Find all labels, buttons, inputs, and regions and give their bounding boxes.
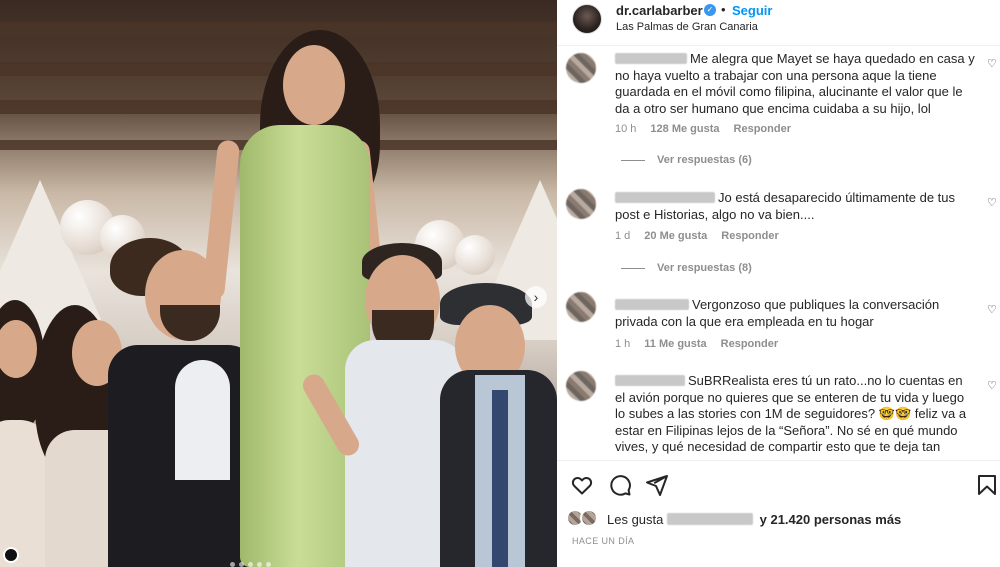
verified-badge-icon: ✓ [704,4,716,16]
commenter-avatar[interactable] [566,292,596,322]
comment-meta: 1 h 11 Me gusta Responder [615,338,792,350]
bookmark-icon[interactable] [975,473,999,497]
header-separator: • [721,2,726,17]
reply-button[interactable]: Responder [721,338,778,350]
comment-body: Me alegra que Mayet se haya quedado en c… [615,51,975,117]
likes-summary[interactable]: Les gusta y 21.420 personas más [607,512,901,527]
comment-likes[interactable]: 20 Me gusta [644,230,707,242]
author-avatar[interactable] [572,4,602,34]
comments-list[interactable]: Me alegra que Mayet se haya quedado en c… [557,47,1000,457]
comment-body: Jo está desaparecido últimamente de tus … [615,190,975,223]
comment-meta: 1 d 20 Me gusta Responder [615,230,793,242]
post-location[interactable]: Las Palmas de Gran Canaria [616,21,758,33]
paper-plane-icon[interactable] [645,473,669,497]
liker-name-redacted [667,513,753,525]
liker-avatars[interactable] [566,509,602,529]
ceiling-beam [0,22,557,36]
post-side-panel: dr.carlabarber ✓ • Seguir Las Palmas de … [557,0,1000,567]
comment-body: SuBRRealista eres tú un rato...no lo cue… [615,373,975,456]
post-actions: Les gusta y 21.420 personas más HACE UN … [557,460,1000,567]
author-username[interactable]: dr.carlabarber [616,3,703,18]
reply-button[interactable]: Responder [734,123,791,135]
user-tag-icon[interactable] [3,547,19,563]
follow-button[interactable]: Seguir [732,3,772,18]
comment-likes[interactable]: 11 Me gusta [644,338,706,350]
comment-body: Vergonzoso que publiques la conversación… [615,297,975,330]
commenter-avatar[interactable] [566,189,596,219]
commenter-avatar[interactable] [566,371,596,401]
view-replies-button[interactable]: Ver respuestas (8) [621,262,752,274]
comment-time: 1 h [615,338,631,350]
next-image-button[interactable]: › [525,286,547,308]
commenter-username-redacted[interactable] [615,53,687,64]
view-replies-button[interactable]: Ver respuestas (6) [621,154,752,166]
comment-heart-icon[interactable]: ♡ [987,57,997,70]
post-header: dr.carlabarber ✓ • Seguir Las Palmas de … [557,0,1000,46]
balloon [455,235,495,275]
commenter-username-redacted[interactable] [615,375,685,386]
post-timestamp[interactable]: HACE UN DÍA [572,536,634,546]
comment-time: 10 h [615,123,637,135]
reply-button[interactable]: Responder [721,230,778,242]
carousel-dots [230,562,271,567]
comment-heart-icon[interactable]: ♡ [987,303,997,316]
comment-time: 1 d [615,230,631,242]
comment-meta: 10 h 128 Me gusta Responder [615,123,805,135]
comment-heart-icon[interactable]: ♡ [987,379,997,392]
commenter-username-redacted[interactable] [615,192,715,203]
heart-icon[interactable] [570,473,594,497]
commenter-username-redacted[interactable] [615,299,689,310]
comment-icon[interactable] [608,473,632,497]
commenter-avatar[interactable] [566,53,596,83]
comment-heart-icon[interactable]: ♡ [987,196,997,209]
comment-likes[interactable]: 128 Me gusta [650,123,719,135]
post-photo[interactable]: › [0,0,557,567]
